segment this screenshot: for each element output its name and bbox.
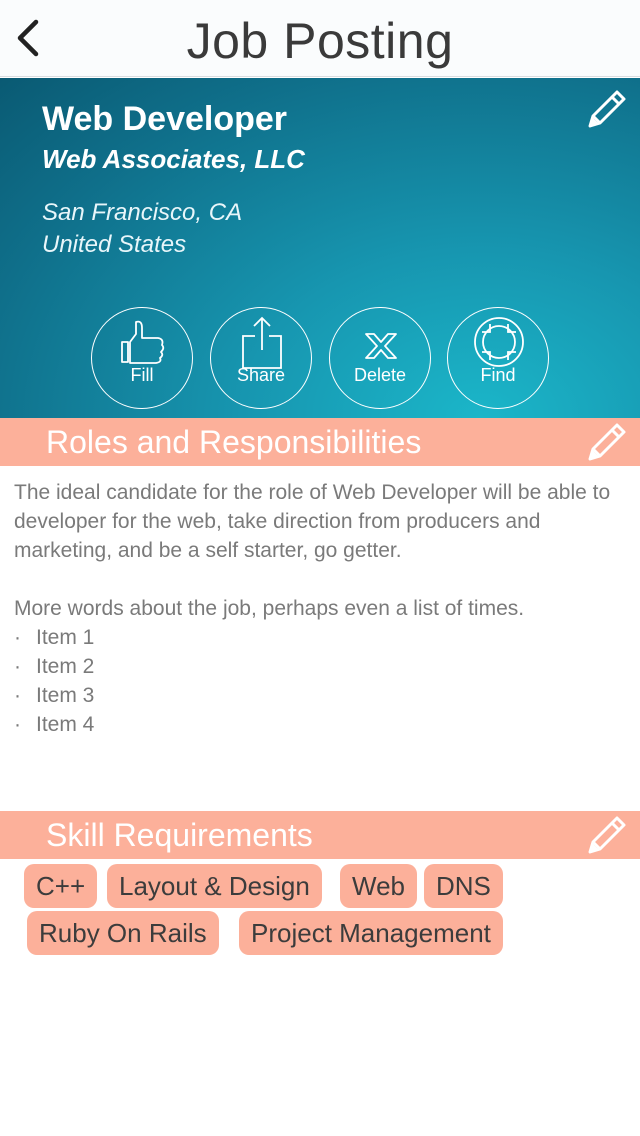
fill-label: Fill [130, 365, 154, 385]
roles-paragraph: More words about the job, perhaps even a… [14, 597, 525, 620]
page-title: Job Posting [186, 13, 454, 69]
x-icon [365, 333, 397, 359]
bullet-icon: · [14, 713, 21, 736]
roles-paragraph: The ideal candidate for the role of Web … [14, 481, 611, 562]
list-item-text: Item 2 [36, 655, 95, 678]
list-item-text: Item 1 [36, 626, 95, 649]
skill-tag[interactable]: DNS [424, 864, 503, 908]
company-name: Web Associates, LLC [42, 144, 305, 174]
list-item: · Item 4 [14, 710, 630, 739]
delete-label: Delete [353, 365, 407, 385]
thumbs-up-icon [121, 320, 165, 364]
skill-tag[interactable]: Web [340, 864, 417, 908]
pencil-icon [588, 90, 626, 128]
skill-tag[interactable]: C++ [24, 864, 98, 908]
share-button[interactable]: Share [210, 307, 312, 409]
pencil-icon [588, 423, 626, 461]
pencil-icon [588, 816, 626, 854]
skill-tag[interactable]: Project Management [239, 911, 503, 955]
skill-tag[interactable]: Ruby On Rails [27, 911, 219, 955]
share-label: Share [236, 365, 286, 385]
crosshair-icon [474, 317, 524, 367]
find-button[interactable]: Find [447, 307, 549, 409]
delete-button[interactable]: Delete [329, 307, 431, 409]
bullet-icon: · [14, 626, 21, 649]
job-country: United States [42, 231, 187, 258]
list-item-text: Item 4 [36, 713, 95, 736]
list-item-text: Item 3 [36, 684, 95, 707]
fill-button[interactable]: Fill [91, 307, 193, 409]
share-icon [242, 316, 282, 369]
edit-roles-button[interactable] [584, 419, 630, 465]
skills-header: Skill Requirements [0, 811, 640, 859]
bullet-icon: · [14, 655, 21, 678]
roles-title: Roles and Responsibilities [46, 424, 422, 460]
bullet-icon: · [14, 684, 21, 707]
list-item: · Item 1 [14, 623, 630, 652]
list-item: · Item 3 [14, 681, 630, 710]
edit-skills-button[interactable] [584, 812, 630, 858]
skill-tag[interactable]: Layout & Design [107, 864, 322, 908]
skills-title: Skill Requirements [46, 817, 313, 853]
roles-header: Roles and Responsibilities [0, 418, 640, 466]
job-header: Web Developer Web Associates, LLC San Fr… [0, 78, 640, 418]
nav-bar: Job Posting [0, 0, 640, 77]
edit-job-button[interactable] [584, 86, 630, 132]
job-title: Web Developer [42, 100, 288, 138]
find-label: Find [480, 365, 516, 385]
roles-description: The ideal candidate for the role of Web … [14, 478, 630, 739]
list-item: · Item 2 [14, 652, 630, 681]
job-city: San Francisco, CA [42, 199, 243, 226]
